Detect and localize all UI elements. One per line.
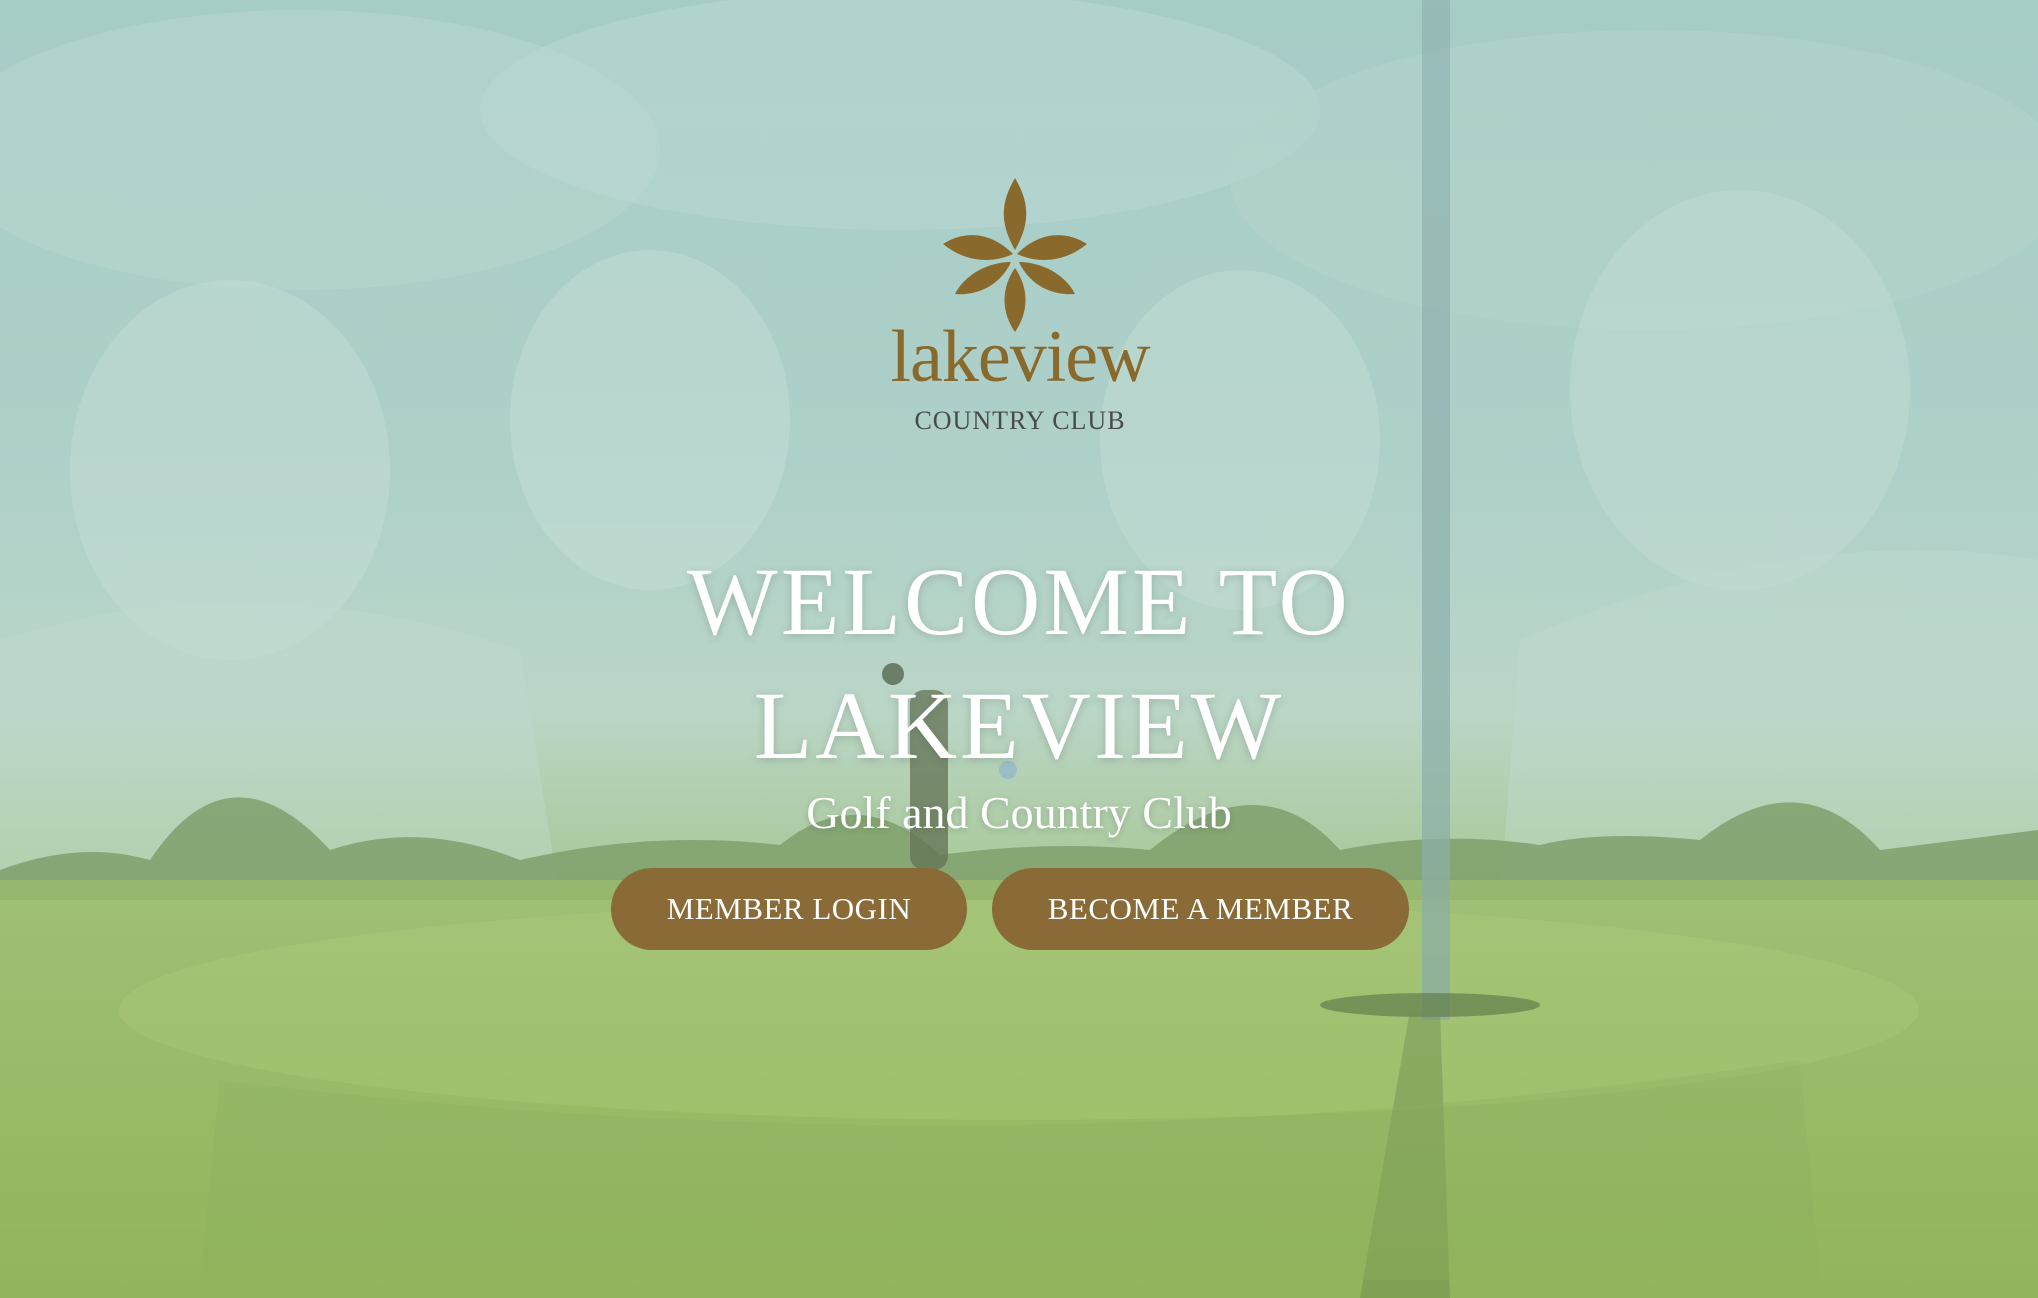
logo-subtitle: COUNTRY CLUB (914, 406, 1126, 435)
become-a-member-button[interactable]: BECOME A MEMBER (992, 868, 1409, 950)
logo-wordmark: lakeview (890, 316, 1150, 398)
hero-subheadline: Golf and Country Club (806, 787, 1232, 838)
member-login-button[interactable]: MEMBER LOGIN (611, 868, 967, 950)
hero-headline: WELCOME TO LAKEVIEW (687, 548, 1351, 779)
hero-section: lakeview COUNTRY CLUB WELCOME TO LAKEVIE… (0, 0, 2038, 1298)
club-logo[interactable]: lakeview COUNTRY CLUB (880, 170, 1160, 440)
hero-content: lakeview COUNTRY CLUB WELCOME TO LAKEVIE… (0, 0, 2038, 1298)
leaf-flower-icon (943, 178, 1087, 332)
